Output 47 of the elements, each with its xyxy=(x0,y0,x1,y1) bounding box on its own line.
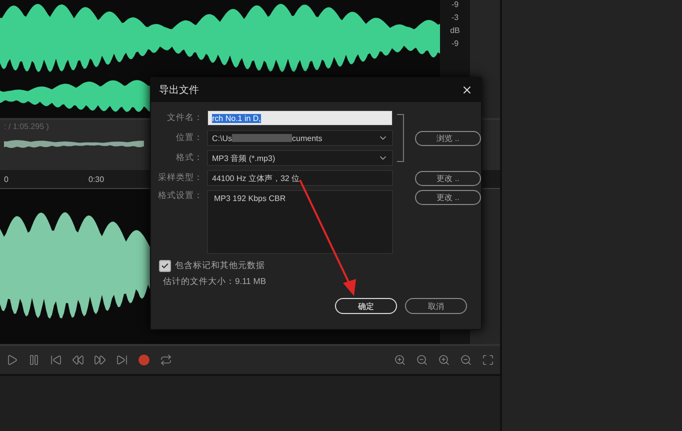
zoom-out-icon[interactable] xyxy=(416,354,428,366)
input-field[interactable]: rch No.1 in D, xyxy=(207,110,393,126)
field-label: 位置： xyxy=(175,132,203,144)
skip-back-icon[interactable] xyxy=(50,354,62,366)
ruler-label: 0:30 xyxy=(88,174,104,184)
duration-text: : / 1:05.295 ) xyxy=(4,122,50,131)
field-value: MP3 音频 (*.mp3) xyxy=(212,152,276,164)
field-label: 格式： xyxy=(175,152,203,164)
field-value: C:\Us xyxy=(212,134,232,142)
ruler-label: 0 xyxy=(4,174,8,184)
skip-forward-icon[interactable] xyxy=(116,354,128,366)
close-icon[interactable] xyxy=(461,84,473,96)
field-value: MP3 192 Kbps CBR xyxy=(214,194,286,203)
rewind-icon[interactable] xyxy=(72,354,84,366)
field-label: 文件名： xyxy=(166,112,203,124)
loop-icon[interactable] xyxy=(160,354,172,366)
cancel-button[interactable]: 取消 xyxy=(405,298,467,314)
dropdown[interactable]: MP3 音频 (*.mp3) xyxy=(207,150,393,166)
zoom-out-icon[interactable] xyxy=(460,354,472,366)
scale-label: -9 xyxy=(451,39,459,48)
fast-forward-icon[interactable] xyxy=(94,354,106,366)
ok-button[interactable]: 确定 xyxy=(335,298,397,314)
zoom-in-icon[interactable] xyxy=(438,354,450,366)
field-value: cuments xyxy=(292,134,322,142)
bracket xyxy=(397,114,404,162)
dropdown[interactable]: C:\Us cuments xyxy=(207,130,393,146)
scale-label: -3 xyxy=(451,13,459,22)
zoom-fit-icon[interactable] xyxy=(482,354,494,366)
browse-button[interactable]: 浏览 .. xyxy=(415,130,481,146)
checkbox[interactable] xyxy=(159,260,171,272)
estimate-text: 估计的文件大小：9.11 MB xyxy=(162,275,268,288)
redaction-block xyxy=(232,134,292,142)
checkbox-label: 包含标记和其他元数据 xyxy=(175,260,265,272)
zoom-in-icon[interactable] xyxy=(394,354,406,366)
dialog-title: 导出文件 xyxy=(159,84,199,97)
field-label: 采样类型： xyxy=(157,172,203,184)
scale-label: -9 xyxy=(451,0,459,9)
field-value: 44100 Hz 立体声，32 位 xyxy=(212,172,300,184)
checkmark-icon xyxy=(161,262,169,270)
pause-icon[interactable] xyxy=(28,354,40,366)
record-icon[interactable] xyxy=(138,354,150,366)
change-button[interactable]: 更改 .. xyxy=(415,170,481,186)
filename-text: rch No.1 in D, xyxy=(212,114,261,122)
scale-label: dB xyxy=(450,26,460,35)
field-label: 格式设置： xyxy=(157,190,203,202)
change-button[interactable]: 更改 .. xyxy=(415,190,481,205)
play-icon[interactable] xyxy=(6,354,18,366)
